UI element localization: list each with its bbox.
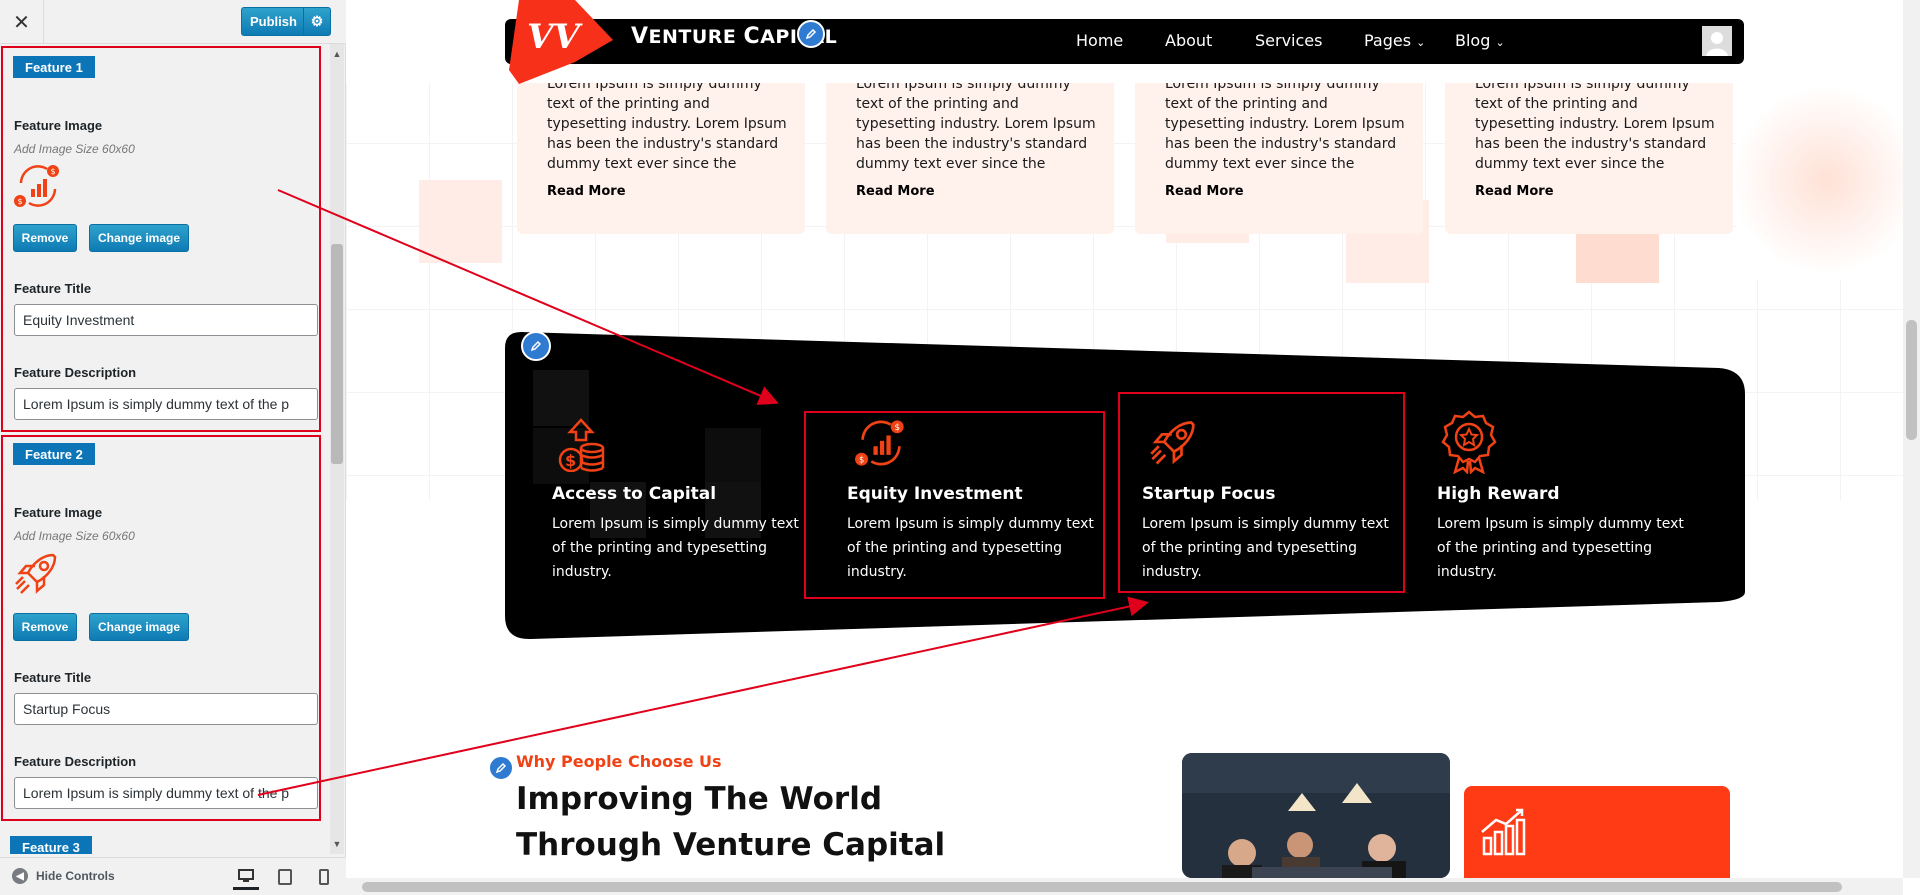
close-icon[interactable]: ✕ bbox=[0, 0, 44, 44]
read-more-link[interactable]: Read More bbox=[1475, 184, 1554, 199]
brand-part: ENTURE bbox=[648, 26, 744, 48]
feature-title: Access to Capital bbox=[552, 484, 717, 504]
desktop-icon[interactable] bbox=[233, 864, 259, 890]
feature-2-section: Feature 2 Feature Image Add Image Size 6… bbox=[1, 435, 321, 821]
nav-services[interactable]: Services bbox=[1255, 31, 1322, 50]
preview-hscroll-thumb[interactable] bbox=[362, 882, 1842, 892]
feature-title: High Reward bbox=[1437, 484, 1560, 504]
mobile-icon[interactable] bbox=[311, 864, 337, 890]
read-more-link[interactable]: Read More bbox=[547, 184, 626, 199]
service-card: Lorem Ipsum is simply dummy text of the … bbox=[826, 62, 1114, 234]
panel-scrollbar[interactable]: ▲ ▼ bbox=[330, 44, 344, 854]
growth-chart-icon: $ $ bbox=[13, 161, 63, 211]
coins-icon: $ bbox=[558, 418, 605, 472]
bg-glow bbox=[1736, 80, 1916, 280]
service-card: Lorem Ipsum is simply dummy text of the … bbox=[517, 62, 805, 234]
read-more-link[interactable]: Read More bbox=[1165, 184, 1244, 199]
section-headline: Improving The World Through Venture Capi… bbox=[516, 781, 946, 863]
card-text: Lorem Ipsum is simply dummy text of the … bbox=[856, 76, 1096, 172]
feature-1-title-input[interactable]: Equity Investment bbox=[14, 304, 318, 336]
feature-2-image-note: Add Image Size 60x60 bbox=[14, 529, 135, 543]
highlight-frame bbox=[1118, 392, 1405, 593]
nav-pages-label: Pages bbox=[1364, 31, 1412, 50]
site-logo[interactable]: VV bbox=[505, 0, 615, 84]
svg-text:$: $ bbox=[51, 167, 56, 176]
preview-vscroll-thumb[interactable] bbox=[1906, 320, 1917, 440]
svg-text:$: $ bbox=[565, 451, 576, 470]
scroll-down-icon[interactable]: ▼ bbox=[330, 837, 344, 851]
chevron-down-icon: ⌄ bbox=[1416, 36, 1426, 49]
feature-2-change-image-button[interactable]: Change image bbox=[89, 613, 189, 641]
panel-controls: Feature 1 Feature Image Add Image Size 6… bbox=[0, 44, 330, 854]
feature-1-title-label: Feature Title bbox=[14, 281, 92, 296]
section-kicker: Why People Choose Us bbox=[516, 752, 722, 771]
nav-blog[interactable]: Blog ⌄ bbox=[1455, 31, 1505, 50]
highlight-frame bbox=[804, 411, 1105, 599]
brand-initial: C bbox=[743, 24, 761, 49]
feature-3-tag[interactable]: Feature 3 bbox=[10, 836, 92, 854]
card-text: Lorem Ipsum is simply dummy text of the … bbox=[1475, 76, 1715, 172]
tablet-icon[interactable] bbox=[272, 864, 298, 890]
publish-button[interactable]: Publish ⚙ bbox=[241, 7, 331, 36]
feature-1-desc-input[interactable]: Lorem Ipsum is simply dummy text of the … bbox=[14, 388, 318, 420]
feature-2-title-label: Feature Title bbox=[14, 670, 92, 685]
feature-2-desc-input[interactable]: Lorem Ipsum is simply dummy text of the … bbox=[14, 777, 318, 809]
gear-icon[interactable]: ⚙ bbox=[303, 8, 330, 35]
svg-text:$: $ bbox=[18, 197, 23, 206]
service-card: Lorem Ipsum is simply dummy text of the … bbox=[1445, 62, 1733, 234]
card-text: Lorem Ipsum is simply dummy text of the … bbox=[547, 76, 787, 172]
svg-text:VV: VV bbox=[527, 17, 583, 57]
hide-controls-button[interactable]: ◀ Hide Controls bbox=[12, 868, 115, 884]
nav-pages[interactable]: Pages ⌄ bbox=[1364, 31, 1425, 50]
nav-home[interactable]: Home bbox=[1076, 31, 1123, 50]
feature-1-tag: Feature 1 bbox=[13, 56, 95, 78]
feature-desc: Lorem Ipsum is simply dummy text of the … bbox=[552, 516, 799, 580]
stat-card bbox=[1464, 786, 1730, 878]
nav-blog-label: Blog bbox=[1455, 31, 1491, 50]
collapse-icon: ◀ bbox=[12, 868, 28, 884]
feature-2-image-label: Feature Image bbox=[14, 505, 103, 520]
edit-pencil-icon[interactable] bbox=[521, 331, 551, 361]
bg-square bbox=[419, 180, 502, 263]
chevron-down-icon: ⌄ bbox=[1495, 36, 1505, 49]
feature-2-remove-button[interactable]: Remove bbox=[13, 613, 77, 641]
feature-1-section: Feature 1 Feature Image Add Image Size 6… bbox=[1, 46, 321, 432]
edit-pencil-icon[interactable] bbox=[797, 20, 825, 48]
publish-label: Publish bbox=[250, 14, 297, 29]
site-preview: Lorem Ipsum is simply dummy text of the … bbox=[346, 0, 1920, 878]
feature-1-image-note: Add Image Size 60x60 bbox=[14, 142, 135, 156]
panel-footer: ◀ Hide Controls bbox=[0, 857, 346, 895]
team-photo bbox=[1182, 753, 1450, 878]
feature-desc: Lorem Ipsum is simply dummy text of the … bbox=[1437, 516, 1684, 580]
panel-scrollbar-thumb[interactable] bbox=[331, 244, 343, 464]
award-badge-icon bbox=[1441, 410, 1497, 474]
edit-pencil-icon[interactable] bbox=[488, 755, 514, 781]
customizer-panel: ✕ Publish ⚙ Feature 1 Feature Image Add … bbox=[0, 0, 346, 895]
feature-1-image-label: Feature Image bbox=[14, 118, 103, 133]
card-text: Lorem Ipsum is simply dummy text of the … bbox=[1165, 76, 1405, 172]
service-card: Lorem Ipsum is simply dummy text of the … bbox=[1135, 62, 1423, 234]
preview-vertical-scrollbar[interactable] bbox=[1903, 0, 1920, 878]
rocket-icon bbox=[13, 549, 63, 599]
brand-initial: V bbox=[631, 24, 649, 49]
read-more-link[interactable]: Read More bbox=[856, 184, 935, 199]
feature-2-title-input[interactable]: Startup Focus bbox=[14, 693, 318, 725]
panel-header: ✕ Publish ⚙ bbox=[0, 0, 346, 44]
preview-horizontal-scrollbar[interactable] bbox=[346, 878, 1903, 895]
hide-controls-label: Hide Controls bbox=[36, 869, 115, 883]
feature-1-change-image-button[interactable]: Change image bbox=[89, 224, 189, 252]
nav-about[interactable]: About bbox=[1165, 31, 1212, 50]
bar-chart-icon bbox=[1481, 808, 1526, 856]
feature-2-tag: Feature 2 bbox=[13, 443, 95, 465]
feature-2-desc-label: Feature Description bbox=[14, 754, 137, 769]
scroll-up-icon[interactable]: ▲ bbox=[330, 47, 344, 61]
feature-1-remove-button[interactable]: Remove bbox=[13, 224, 77, 252]
feature-1-desc-label: Feature Description bbox=[14, 365, 137, 380]
avatar[interactable] bbox=[1702, 26, 1732, 56]
